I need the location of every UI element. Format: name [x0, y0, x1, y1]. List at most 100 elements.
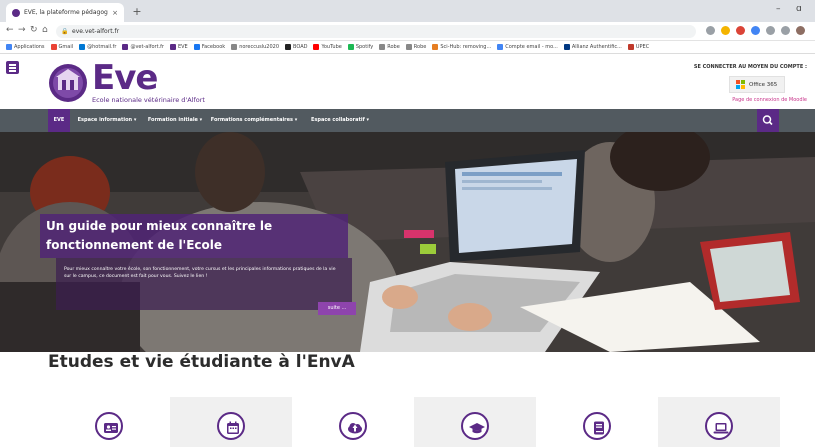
- feature-tile[interactable]: [170, 397, 292, 447]
- feature-tile[interactable]: [658, 397, 780, 447]
- bookmark-label: Gmail: [58, 44, 74, 50]
- sidebar-toggle-button[interactable]: [6, 61, 19, 74]
- hero-caption: Un guide pour mieux connaître le fonctio…: [40, 214, 348, 258]
- minimize-button[interactable]: –: [776, 4, 781, 14]
- bookmark-favicon-icon: [379, 44, 386, 50]
- bookmark-item[interactable]: Robe: [405, 44, 427, 50]
- bookmark-item[interactable]: noreccuslu2020: [231, 44, 279, 50]
- menu-icon[interactable]: [781, 26, 790, 35]
- cloud-upload-icon: [339, 412, 367, 440]
- main-navigation: EVE Espace information ▾ Formation initial…: [0, 109, 815, 132]
- bookmark-label: Facebook: [201, 44, 226, 50]
- bookmark-label: Compte email - mo...: [505, 44, 558, 50]
- nav-item[interactable]: Espace collaboratif ▾: [304, 109, 376, 132]
- microsoft-logo-icon: [736, 80, 745, 89]
- bookmark-item[interactable]: UPEC: [627, 44, 650, 50]
- bookmark-label: YouTube: [321, 44, 342, 50]
- tab-title: EVE, la plateforme pédagogique: [24, 9, 108, 16]
- tab-close-icon[interactable]: ×: [112, 9, 118, 17]
- bookmark-item[interactable]: @vet-alfort.fr: [122, 44, 164, 50]
- bookmark-label: UPEC: [635, 44, 650, 50]
- bookmark-item[interactable]: Sci-Hub: removing...: [432, 44, 491, 50]
- feature-tile[interactable]: [48, 397, 170, 447]
- feature-tile[interactable]: [414, 397, 536, 447]
- back-icon[interactable]: ←: [6, 25, 14, 35]
- web-page: Eve Ecole nationale vétérinaire d'Alfort…: [0, 54, 815, 447]
- book-icon: [583, 412, 611, 440]
- graduation-cap-icon: [461, 412, 489, 440]
- bookmark-favicon-icon: [347, 44, 354, 50]
- restore-button[interactable]: ɑ: [796, 4, 802, 14]
- new-tab-button[interactable]: +: [130, 5, 144, 19]
- connect-label: SE CONNECTER AU MOYEN DU COMPTE :: [693, 64, 807, 70]
- bookmark-favicon-icon: [122, 44, 129, 50]
- extension-blue-icon[interactable]: [751, 26, 760, 35]
- bookmark-label: Sci-Hub: removing...: [440, 44, 492, 50]
- bookmark-favicon-icon: [6, 44, 12, 50]
- moodle-login-link[interactable]: Page de connexion de Moodle: [732, 97, 807, 103]
- bookmark-label: noreccuslu2020: [239, 44, 280, 50]
- search-button[interactable]: [757, 109, 779, 132]
- url-text: eve.vet-alfort.fr: [72, 28, 120, 35]
- nav-item[interactable]: Formations complémentaires ▾: [210, 109, 298, 132]
- address-bar-row: ← → ↻ ⌂ 🔒 eve.vet-alfort.fr: [0, 22, 815, 41]
- nav-item[interactable]: EVE: [48, 109, 70, 132]
- extension-red-icon[interactable]: [736, 26, 745, 35]
- nav-item[interactable]: Formation initiale ▾: [146, 109, 204, 132]
- bookmark-item[interactable]: Applications: [6, 44, 45, 50]
- bookmark-label: Allianz Authentific...: [571, 44, 622, 50]
- bookmark-item[interactable]: BOAD: [285, 44, 307, 50]
- browser-tab[interactable]: EVE, la plateforme pédagogique ×: [6, 3, 124, 22]
- bookmark-favicon-icon: [405, 44, 412, 50]
- puzzle-icon[interactable]: [766, 26, 775, 35]
- bookmark-favicon-icon: [432, 44, 439, 50]
- bookmark-item[interactable]: EVE: [169, 44, 188, 50]
- hero-description: Pour mieux connaître votre école, son fo…: [56, 258, 352, 310]
- favicon-icon: [12, 8, 20, 17]
- suite-button[interactable]: suite ...: [318, 302, 356, 315]
- nav-item[interactable]: Espace information ▾: [76, 109, 138, 132]
- bookmark-item[interactable]: YouTube: [313, 44, 342, 50]
- bookmark-favicon-icon: [313, 44, 320, 50]
- bookmark-favicon-icon: [285, 44, 292, 50]
- home-icon[interactable]: ⌂: [42, 25, 48, 35]
- bookmark-favicon-icon: [193, 44, 200, 50]
- bookmark-item[interactable]: Facebook: [193, 44, 226, 50]
- search-icon: [762, 115, 773, 126]
- reload-icon[interactable]: ↻: [30, 25, 38, 35]
- bookmark-label: Spotify: [355, 44, 374, 50]
- hero-banner: Un guide pour mieux connaître le fonctio…: [0, 132, 815, 352]
- brand-title[interactable]: Eve: [92, 58, 158, 98]
- bookmark-item[interactable]: Compte email - mo...: [497, 44, 558, 50]
- bookmark-label: Applications: [14, 44, 45, 50]
- bookmark-favicon-icon: [231, 44, 238, 50]
- forward-icon[interactable]: →: [18, 25, 26, 35]
- bookmark-label: @vet-alfort.fr: [130, 44, 164, 50]
- bookmark-favicon-icon: [563, 44, 570, 50]
- profile-avatar[interactable]: [796, 26, 805, 35]
- bookmark-item[interactable]: Allianz Authentific...: [563, 44, 622, 50]
- extension-icons: [706, 26, 805, 35]
- feature-tile[interactable]: [292, 397, 414, 447]
- bookmark-item[interactable]: Spotify: [347, 44, 374, 50]
- office365-label: Office 365: [749, 81, 778, 88]
- feature-tile[interactable]: [536, 397, 658, 447]
- laptop-icon: [705, 412, 733, 440]
- browser-tab-bar: EVE, la plateforme pédagogique × + – ɑ: [0, 0, 815, 22]
- url-input[interactable]: 🔒 eve.vet-alfort.fr: [56, 25, 696, 38]
- bookmarks-bar: Applications Gmail @hotmail.fr @vet-alfort.…: [0, 41, 815, 54]
- bookmark-label: Robe: [413, 44, 427, 50]
- star-icon[interactable]: [721, 26, 730, 35]
- bookmark-favicon-icon: [169, 44, 176, 50]
- bookmark-favicon-icon: [497, 44, 504, 50]
- office365-button[interactable]: Office 365: [729, 76, 785, 93]
- section-title: Etudes et vie étudiante à l'EnvA: [48, 352, 355, 372]
- bookmark-label: Robe: [387, 44, 400, 50]
- bookmark-item[interactable]: Robe: [379, 44, 400, 50]
- key-icon[interactable]: [706, 26, 715, 35]
- feature-tiles: [48, 397, 780, 447]
- bookmark-item[interactable]: @hotmail.fr: [79, 44, 116, 50]
- bookmark-label: BOAD: [293, 44, 308, 50]
- bookmark-item[interactable]: Gmail: [50, 44, 74, 50]
- lock-icon: 🔒: [61, 28, 69, 35]
